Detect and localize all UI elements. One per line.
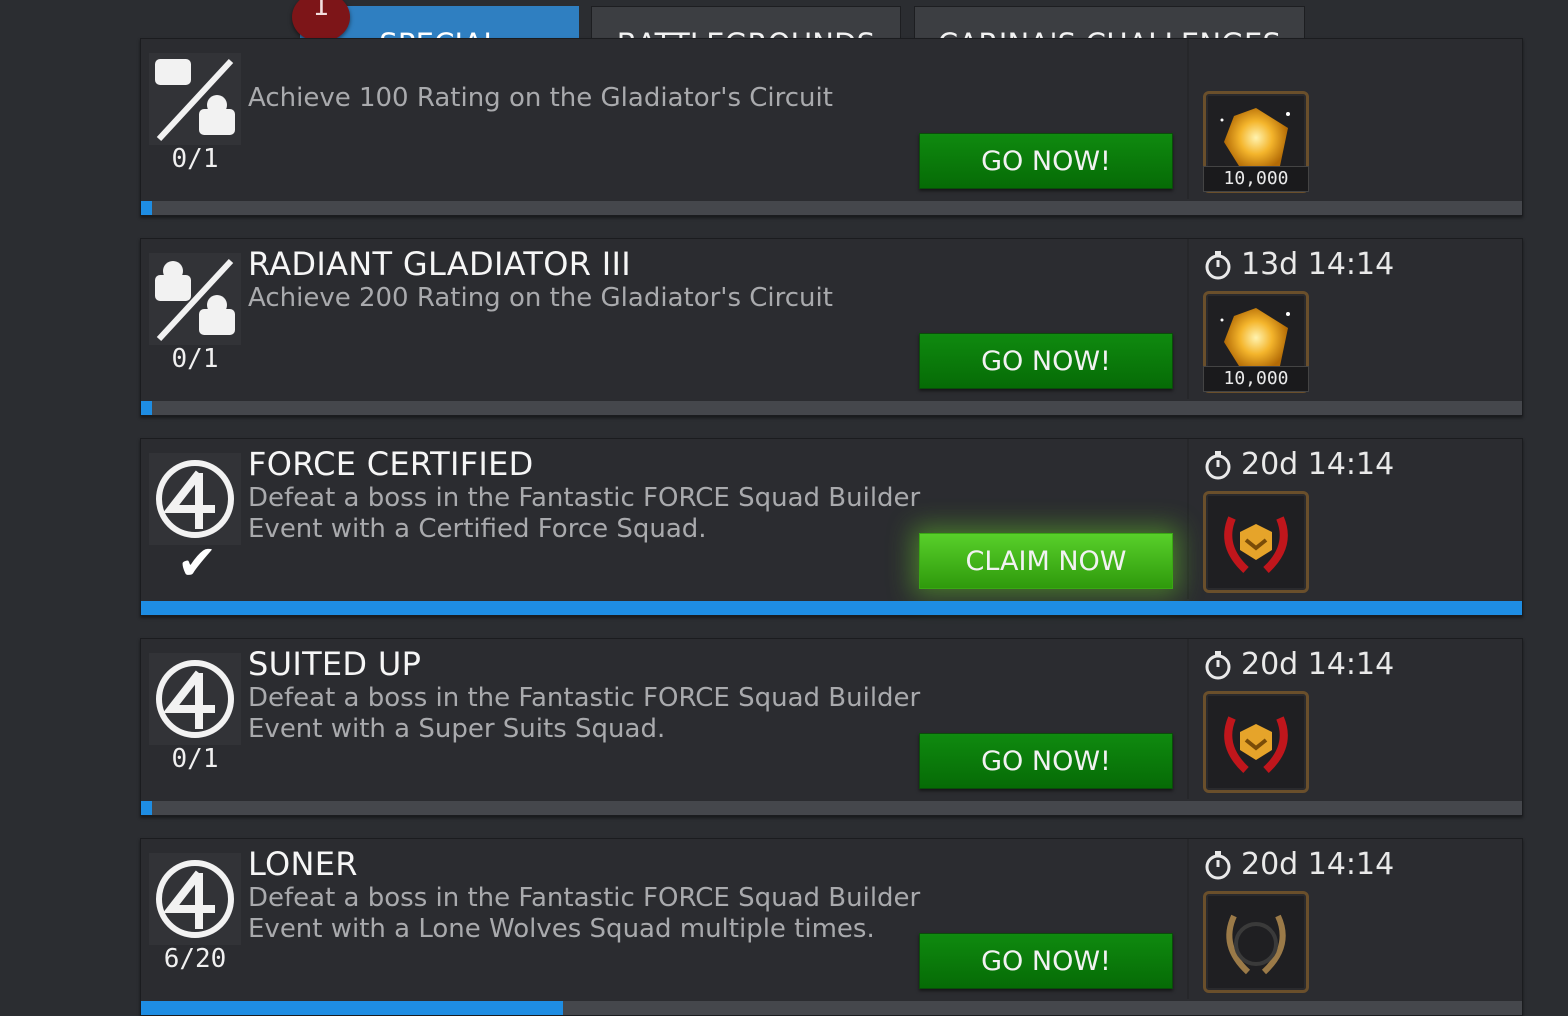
quest-description: Achieve 200 Rating on the Gladiator's Ci… bbox=[248, 283, 833, 313]
row-divider bbox=[1187, 639, 1189, 799]
reward-count: 10,000 bbox=[1203, 166, 1309, 192]
go-now-button[interactable]: GO NOW! bbox=[919, 133, 1173, 189]
timer-text: 20d 14:14 bbox=[1241, 447, 1395, 482]
progress-count: 0/1 bbox=[171, 144, 219, 174]
timer-text: 13d 14:14 bbox=[1241, 247, 1395, 282]
stopwatch-icon bbox=[1205, 650, 1231, 679]
red-laurel-emblem-icon bbox=[1203, 691, 1309, 793]
fantastic-four-icon bbox=[149, 853, 241, 945]
quest-title: FORCE CERTIFIED bbox=[248, 445, 534, 483]
stopwatch-icon bbox=[1205, 450, 1231, 479]
quest-title: RADIANT GLADIATOR III bbox=[248, 245, 631, 283]
gladiator-versus-icon bbox=[149, 53, 241, 145]
progress-bar bbox=[141, 201, 1522, 215]
quest-row: 6/20 LONER Defeat a boss in the Fantasti… bbox=[140, 838, 1523, 1016]
stopwatch-icon bbox=[1205, 850, 1231, 879]
go-now-button[interactable]: GO NOW! bbox=[919, 733, 1173, 789]
progress-count: 6/20 bbox=[163, 944, 227, 974]
quest-row: ✔ FORCE CERTIFIED Defeat a boss in the F… bbox=[140, 438, 1523, 616]
completed-check-icon: ✔ bbox=[177, 535, 218, 591]
quest-timer: 13d 14:14 bbox=[1203, 247, 1394, 282]
quest-title: LONER bbox=[248, 845, 358, 883]
progress-count: 0/1 bbox=[171, 744, 219, 774]
quest-description: Achieve 100 Rating on the Gladiator's Ci… bbox=[248, 83, 833, 113]
go-now-button[interactable]: GO NOW! bbox=[919, 333, 1173, 389]
progress-fill bbox=[141, 201, 152, 215]
quest-title: SUITED UP bbox=[248, 645, 422, 683]
quest-timer: 20d 14:14 bbox=[1203, 847, 1394, 882]
progress-fill bbox=[141, 401, 152, 415]
quest-description: Defeat a boss in the Fantastic FORCE Squ… bbox=[248, 883, 921, 944]
red-laurel-emblem-icon bbox=[1203, 491, 1309, 593]
progress-bar bbox=[141, 401, 1522, 415]
row-divider bbox=[1187, 39, 1189, 199]
quest-row: 0/1 SUITED UP Defeat a boss in the Fanta… bbox=[140, 638, 1523, 816]
gladiator-versus-icon bbox=[149, 253, 241, 345]
go-now-button[interactable]: GO NOW! bbox=[919, 933, 1173, 989]
progress-fill bbox=[141, 1001, 563, 1015]
quest-timer: 20d 14:14 bbox=[1203, 647, 1394, 682]
row-divider bbox=[1187, 839, 1189, 999]
timer-text: 20d 14:14 bbox=[1241, 847, 1395, 882]
claim-now-button[interactable]: CLAIM NOW bbox=[919, 533, 1173, 589]
row-divider bbox=[1187, 239, 1189, 399]
progress-fill bbox=[141, 601, 1522, 615]
quest-description: Defeat a boss in the Fantastic FORCE Squ… bbox=[248, 683, 921, 744]
reward-count: 10,000 bbox=[1203, 366, 1309, 392]
timer-text: 20d 14:14 bbox=[1241, 647, 1395, 682]
progress-fill bbox=[141, 801, 152, 815]
progress-bar bbox=[141, 601, 1522, 615]
row-divider bbox=[1187, 439, 1189, 599]
quest-timer: 20d 14:14 bbox=[1203, 447, 1394, 482]
progress-bar bbox=[141, 801, 1522, 815]
quest-description: Defeat a boss in the Fantastic FORCE Squ… bbox=[248, 483, 921, 544]
quest-row: 0/1 Achieve 100 Rating on the Gladiator'… bbox=[140, 38, 1523, 216]
bronze-laurel-icon bbox=[1203, 891, 1309, 993]
quest-row: 0/1 RADIANT GLADIATOR III Achieve 200 Ra… bbox=[140, 238, 1523, 416]
stopwatch-icon bbox=[1205, 250, 1231, 279]
fantastic-four-icon bbox=[149, 453, 241, 545]
fantastic-four-icon bbox=[149, 653, 241, 745]
progress-count: 0/1 bbox=[171, 344, 219, 374]
progress-bar bbox=[141, 1001, 1522, 1015]
